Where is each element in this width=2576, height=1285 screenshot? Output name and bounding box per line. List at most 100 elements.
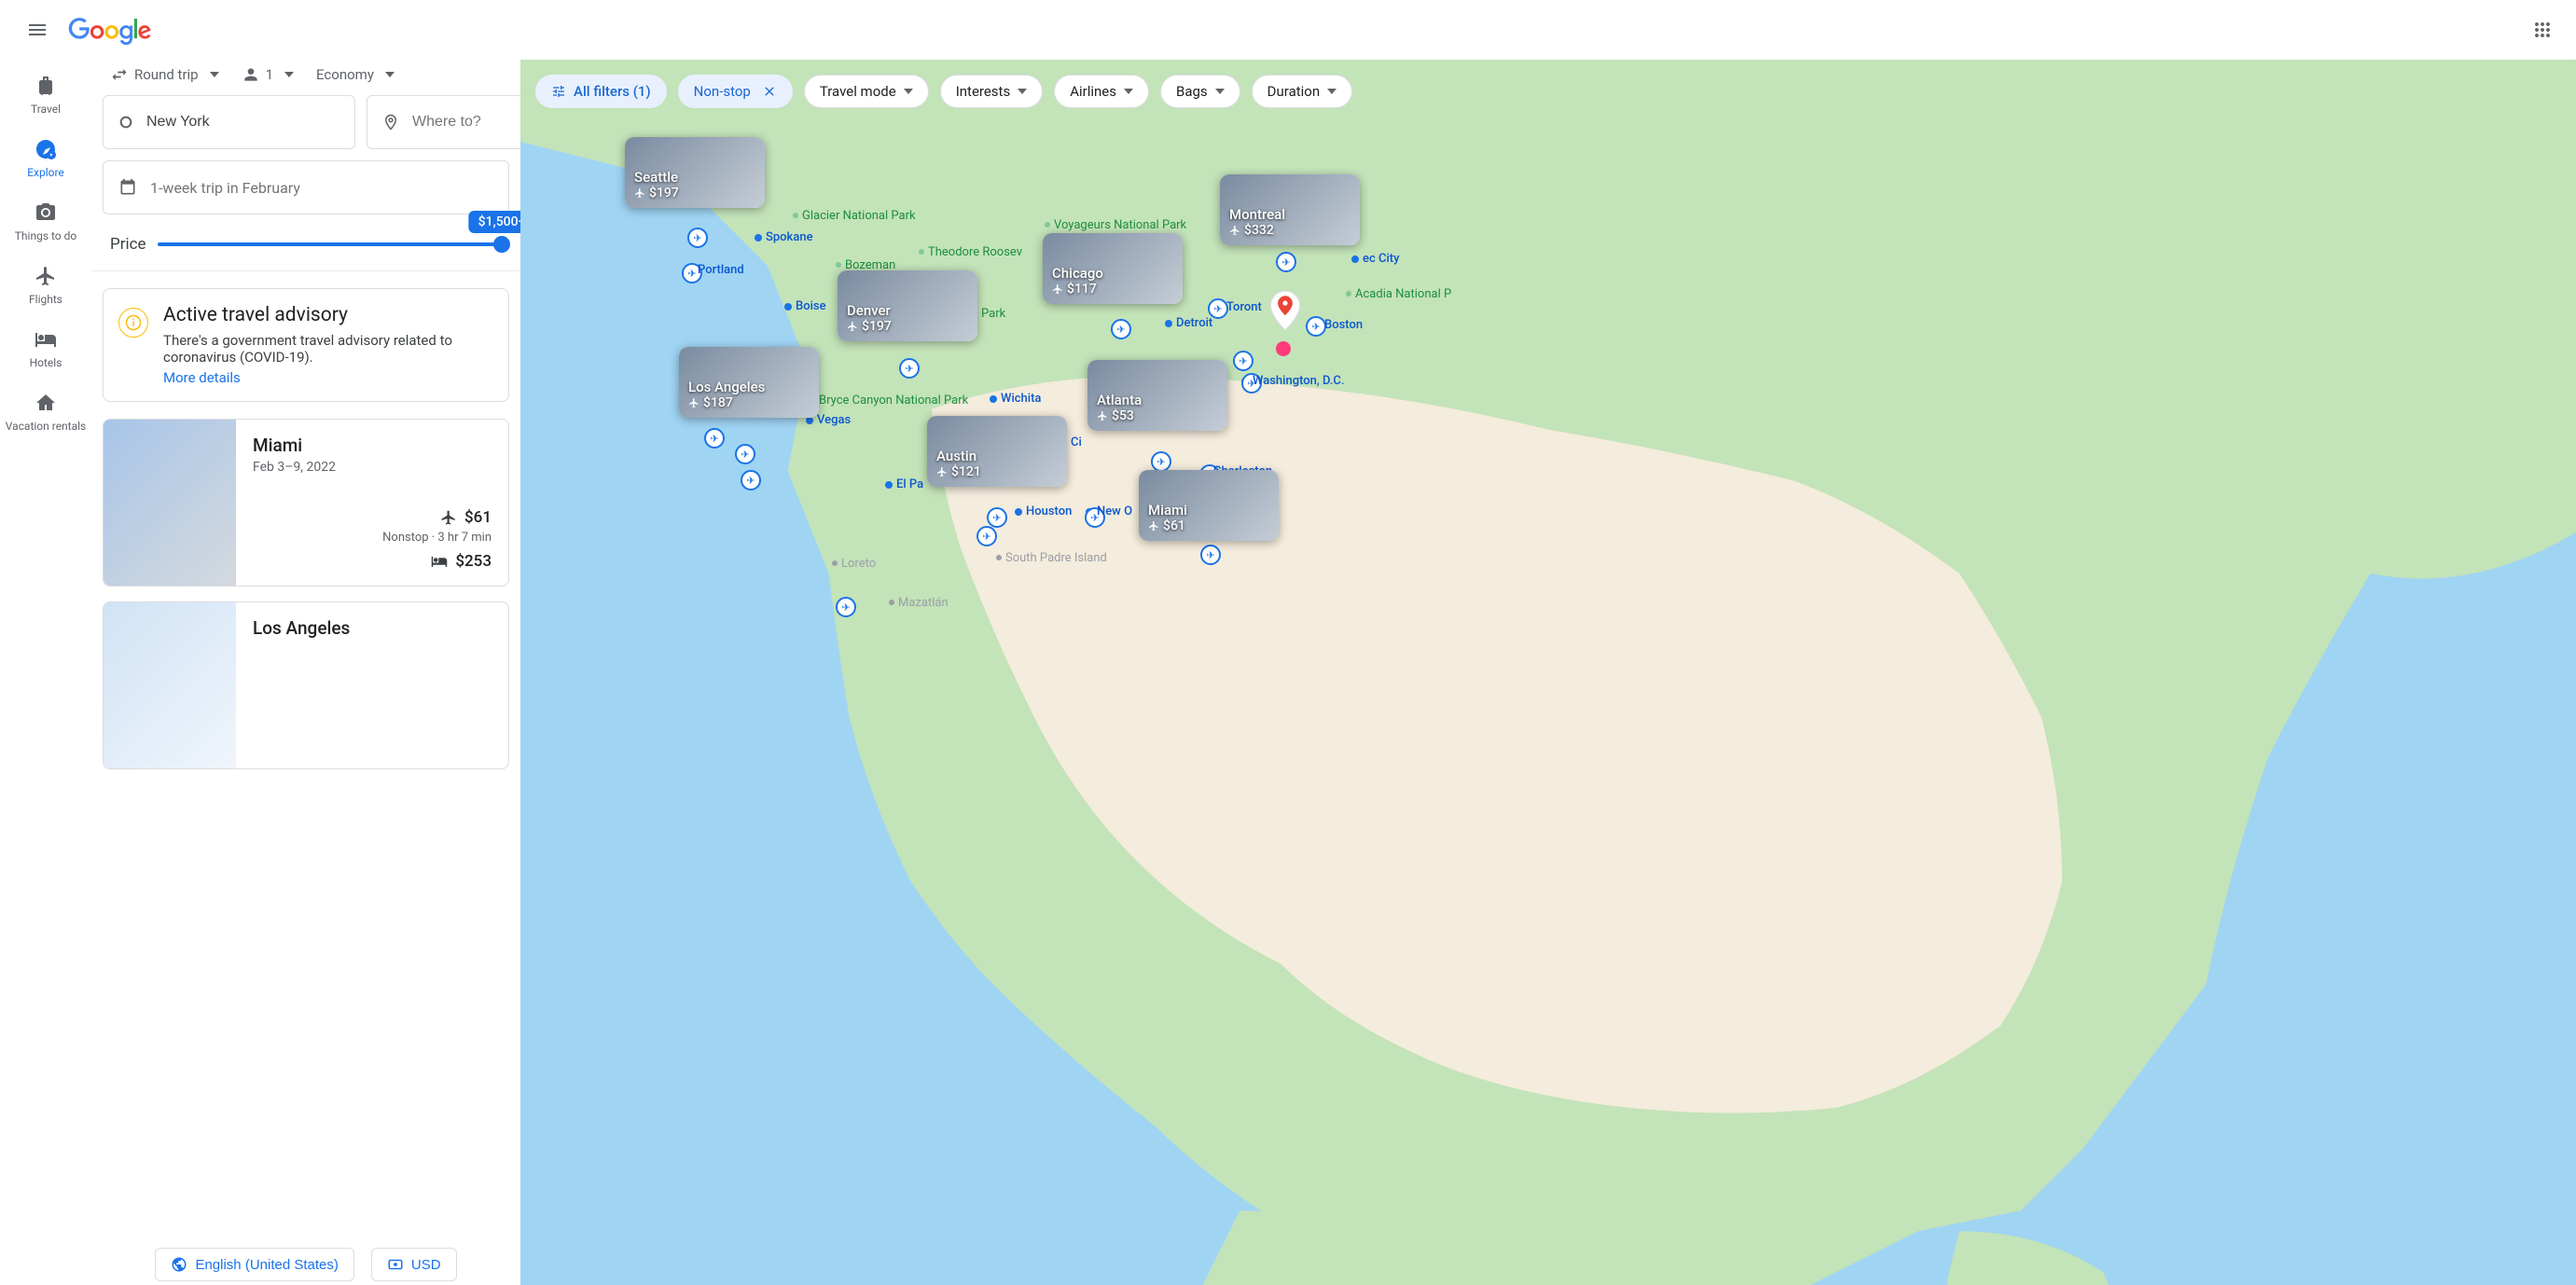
price-slider-thumb[interactable] [493, 236, 510, 253]
plane-icon [634, 187, 645, 199]
map-card-los-angeles[interactable]: Los Angeles$187 [679, 347, 819, 418]
sidenav-item-vacation[interactable]: Vacation rentals [4, 392, 88, 433]
map-card-city: Denver [847, 302, 968, 319]
chevron-down-icon [284, 72, 294, 77]
plane-icon [35, 265, 57, 287]
sidenav-item-travel[interactable]: Travel [4, 75, 88, 116]
map-card-montreal[interactable]: Montreal$332 [1220, 174, 1360, 245]
google-logo[interactable] [67, 10, 153, 49]
map-city-label[interactable]: Wichita [1001, 392, 1041, 406]
airlines-chip[interactable]: Airlines [1054, 75, 1149, 108]
result-dates: Feb 3–9, 2022 [253, 460, 492, 475]
map-card-chicago[interactable]: Chicago$117 [1043, 233, 1183, 304]
origin-dot [1276, 341, 1291, 356]
map-card-austin[interactable]: Austin$121 [927, 416, 1067, 487]
price-label: Price [110, 235, 146, 254]
price-badge: $1,500+ [469, 211, 520, 233]
map-city-label[interactable]: Portland [698, 263, 744, 277]
passengers-dropdown[interactable]: 1 [242, 65, 294, 84]
city-dot [1165, 320, 1172, 327]
bags-chip[interactable]: Bags [1160, 75, 1240, 108]
sidenav-item-flights[interactable]: Flights [4, 265, 88, 306]
map-park-label: Acadia National P [1355, 287, 1451, 301]
map-card-thumb: Seattle$197 [625, 137, 765, 208]
city-dot [1015, 508, 1022, 516]
sidenav-item-hotels[interactable]: Hotels [4, 328, 88, 369]
result-flight-price: $61 [464, 508, 492, 527]
airport-marker[interactable] [1200, 545, 1221, 565]
apps-button[interactable] [2524, 11, 2561, 48]
result-card-miami[interactable]: Miami Feb 3–9, 2022 $61 Nonstop · 3 hr 7… [103, 419, 509, 587]
airport-marker[interactable] [836, 597, 856, 617]
map-card-thumb: Los Angeles$187 [679, 347, 819, 418]
airport-marker[interactable] [741, 470, 761, 491]
map-city-label[interactable]: Houston [1026, 504, 1072, 518]
airport-marker[interactable] [687, 228, 708, 248]
duration-chip[interactable]: Duration [1252, 75, 1352, 108]
map-card-city: Seattle [634, 169, 755, 186]
airport-marker[interactable] [1111, 319, 1131, 339]
chevron-down-icon [1327, 89, 1336, 94]
map[interactable]: All filters (1) Non-stop Travel mode Int… [520, 60, 2576, 1285]
map-city-label[interactable]: Toront [1226, 300, 1262, 314]
map-card-price: $187 [688, 395, 810, 410]
airport-marker[interactable] [976, 526, 997, 546]
airport-marker[interactable] [1306, 316, 1326, 337]
map-city-label[interactable]: Ci [1071, 435, 1082, 449]
map-card-denver[interactable]: Denver$197 [838, 270, 977, 341]
destination-field[interactable] [412, 114, 520, 131]
travel-mode-chip[interactable]: Travel mode [804, 75, 929, 108]
menu-button[interactable] [15, 7, 60, 52]
airport-marker[interactable] [987, 507, 1007, 528]
map-city-label[interactable]: ec City [1363, 252, 1399, 266]
origin-field[interactable] [146, 114, 339, 131]
airport-marker[interactable] [1276, 252, 1296, 272]
city-dot [885, 481, 893, 489]
search-panel: Round trip 1 Economy [91, 60, 520, 1285]
airport-marker[interactable] [899, 358, 920, 379]
info-icon [118, 308, 148, 338]
map-city-label[interactable]: El Pa [896, 477, 923, 491]
plane-icon [1229, 225, 1240, 236]
cabin-dropdown[interactable]: Economy [316, 66, 395, 83]
map-card-atlanta[interactable]: Atlanta$53 [1087, 360, 1227, 431]
advisory-link[interactable]: More details [163, 369, 241, 386]
date-input[interactable]: 1-week trip in February [103, 160, 509, 214]
map-card-thumb: Chicago$117 [1043, 233, 1183, 304]
map-card-thumb: Austin$121 [927, 416, 1067, 487]
map-city-label[interactable]: Spokane [766, 230, 813, 244]
result-card-la[interactable]: Los Angeles [103, 601, 509, 769]
chevron-down-icon [904, 89, 913, 94]
map-card-city: Montreal [1229, 206, 1350, 223]
nonstop-chip[interactable]: Non-stop [678, 75, 793, 108]
trip-type-dropdown[interactable]: Round trip [110, 65, 219, 84]
airport-marker[interactable] [704, 428, 725, 449]
plane-icon [688, 397, 699, 408]
map-city-label[interactable]: New O [1097, 504, 1132, 518]
map-city-label[interactable]: Washington, D.C. [1253, 374, 1345, 388]
luggage-icon [35, 75, 57, 97]
sidenav-item-explore[interactable]: Explore [4, 138, 88, 179]
map-city-label[interactable]: Boston [1324, 318, 1363, 332]
map-city-label[interactable]: Vegas [817, 413, 851, 427]
language-button[interactable]: English (United States) [155, 1248, 353, 1281]
origin-input[interactable] [103, 95, 355, 149]
airport-marker[interactable] [1151, 451, 1171, 472]
all-filters-chip[interactable]: All filters (1) [535, 75, 667, 108]
close-icon[interactable] [762, 84, 777, 99]
airport-marker[interactable] [735, 444, 755, 464]
destination-input[interactable] [367, 95, 520, 149]
airport-marker[interactable] [1233, 351, 1253, 371]
park-dot [836, 262, 841, 268]
map-city-label[interactable]: Detroit [1176, 316, 1212, 330]
map-card-seattle[interactable]: Seattle$197 [625, 137, 765, 208]
price-slider[interactable]: $1,500+ [158, 242, 502, 246]
park-dot [1045, 222, 1050, 228]
tune-icon [551, 84, 566, 99]
currency-button[interactable]: USD [371, 1248, 457, 1281]
map-city-label[interactable]: Boise [796, 299, 826, 313]
origin-marker[interactable] [1270, 291, 1300, 334]
sidenav-item-things[interactable]: Things to do [4, 201, 88, 242]
interests-chip[interactable]: Interests [940, 75, 1044, 108]
map-card-miami[interactable]: Miami$61 [1139, 470, 1279, 541]
